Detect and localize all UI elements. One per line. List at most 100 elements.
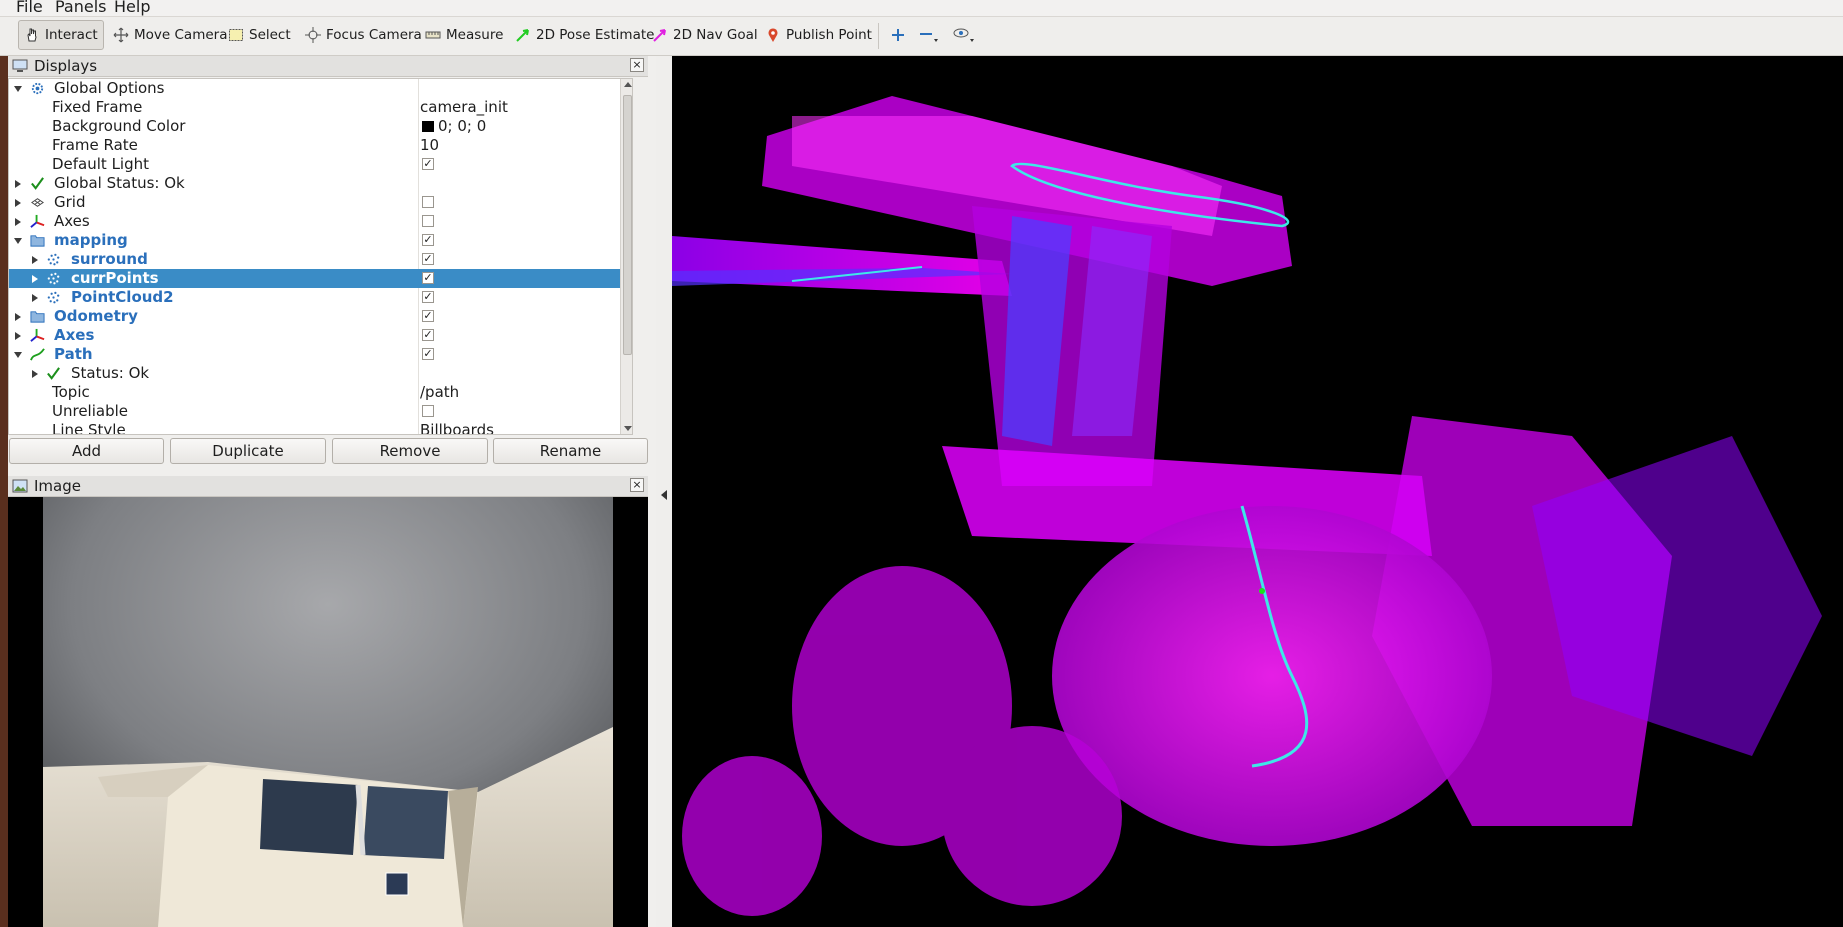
add-tool-button[interactable] xyxy=(886,20,908,50)
tree-row-axes-2[interactable]: Axes ✓ xyxy=(9,326,632,345)
displays-scrollbar[interactable] xyxy=(620,79,632,434)
expand-arrow-icon[interactable] xyxy=(15,218,21,226)
mapping-checkbox[interactable]: ✓ xyxy=(422,234,434,246)
expand-arrow-icon[interactable] xyxy=(14,238,22,244)
tree-row-currpoints[interactable]: currPoints ✓ xyxy=(9,269,632,288)
toolbar-separator xyxy=(878,23,879,49)
tree-row-axes[interactable]: Axes xyxy=(9,212,632,231)
tree-row-unreliable[interactable]: Unreliable xyxy=(9,402,632,421)
expand-arrow-icon[interactable] xyxy=(32,370,38,378)
publish-point-tool-button[interactable]: Publish Point xyxy=(760,20,877,50)
frame-rate-value[interactable]: 10 xyxy=(420,136,439,155)
folder-icon xyxy=(30,235,45,247)
tree-row-global-options[interactable]: Global Options xyxy=(9,79,632,98)
scroll-up-icon[interactable] xyxy=(624,82,632,87)
remove-tool-button[interactable] xyxy=(914,20,942,50)
tree-row-path[interactable]: Path ✓ xyxy=(9,345,632,364)
tree-row-line-style[interactable]: Line Style Billboards xyxy=(9,421,632,435)
fixed-frame-value[interactable]: camera_init xyxy=(420,98,508,117)
collapse-arrow-icon[interactable] xyxy=(661,490,667,500)
tree-row-default-light[interactable]: Default Light ✓ xyxy=(9,155,632,174)
minus-icon xyxy=(920,33,938,42)
focus-target-icon xyxy=(305,27,321,43)
remove-button[interactable]: Remove xyxy=(332,438,488,464)
tree-row-fixed-frame[interactable]: Fixed Frame camera_init xyxy=(9,98,632,117)
tree-row-frame-rate[interactable]: Frame Rate 10 xyxy=(9,136,632,155)
expand-arrow-icon[interactable] xyxy=(32,294,38,302)
point-cloud-icon xyxy=(47,291,60,304)
expand-arrow-icon[interactable] xyxy=(14,352,22,358)
image-icon xyxy=(12,479,28,493)
panel-splitter[interactable] xyxy=(656,56,672,927)
rename-button[interactable]: Rename xyxy=(493,438,648,464)
axes-checkbox[interactable] xyxy=(422,215,434,227)
map-pin-icon xyxy=(768,28,778,42)
interact-label: Interact xyxy=(45,27,98,43)
expand-arrow-icon[interactable] xyxy=(32,275,38,283)
pose-estimate-tool-button[interactable]: 2D Pose Estimate xyxy=(510,20,659,50)
image-panel-header: Image × xyxy=(8,476,648,497)
menu-help[interactable]: Help xyxy=(114,0,150,16)
expand-arrow-icon[interactable] xyxy=(32,256,38,264)
expand-arrow-icon[interactable] xyxy=(15,180,21,188)
tree-row-mapping[interactable]: mapping ✓ xyxy=(9,231,632,250)
add-button[interactable]: Add xyxy=(9,438,164,464)
measure-tool-button[interactable]: Measure xyxy=(420,20,508,50)
interact-tool-button[interactable]: Interact xyxy=(18,20,104,50)
view-options-button[interactable] xyxy=(948,20,978,50)
image-panel-title: Image xyxy=(34,477,81,495)
folder-icon xyxy=(30,311,45,323)
expand-arrow-icon[interactable] xyxy=(15,313,21,321)
grid-checkbox[interactable] xyxy=(422,196,434,208)
tree-row-surround[interactable]: surround ✓ xyxy=(9,250,632,269)
axes-2-checkbox[interactable]: ✓ xyxy=(422,329,434,341)
unreliable-checkbox[interactable] xyxy=(422,405,434,417)
row-label: Fixed Frame xyxy=(52,98,143,116)
desktop-edge xyxy=(0,56,8,927)
hand-pointer-icon xyxy=(27,28,37,42)
default-light-checkbox[interactable]: ✓ xyxy=(422,158,434,170)
tree-row-odometry[interactable]: Odometry ✓ xyxy=(9,307,632,326)
tree-row-global-status[interactable]: Global Status: Ok xyxy=(9,174,632,193)
scroll-thumb[interactable] xyxy=(623,95,632,355)
line-style-value[interactable]: Billboards xyxy=(420,421,494,434)
tree-row-pointcloud2[interactable]: PointCloud2 ✓ xyxy=(9,288,632,307)
image-close-button[interactable]: × xyxy=(630,478,644,492)
tree-row-background-color[interactable]: Background Color 0; 0; 0 xyxy=(9,117,632,136)
point-cloud-render xyxy=(672,56,1843,927)
menu-file[interactable]: File xyxy=(16,0,43,16)
row-label: Grid xyxy=(54,193,86,211)
background-color-value[interactable]: 0; 0; 0 xyxy=(438,117,486,136)
tree-row-path-status[interactable]: Status: Ok xyxy=(9,364,632,383)
path-checkbox[interactable]: ✓ xyxy=(422,348,434,360)
topic-value[interactable]: /path xyxy=(420,383,459,402)
move-camera-label: Move Camera xyxy=(134,27,228,43)
row-label: Line Style xyxy=(52,421,126,435)
select-tool-button[interactable]: Select xyxy=(223,20,296,50)
pointcloud2-checkbox[interactable]: ✓ xyxy=(422,291,434,303)
axes-icon xyxy=(30,214,45,228)
expand-arrow-icon[interactable] xyxy=(15,199,21,207)
scroll-down-icon[interactable] xyxy=(624,426,632,431)
nav-goal-tool-button[interactable]: 2D Nav Goal xyxy=(647,20,763,50)
expand-arrow-icon[interactable] xyxy=(15,332,21,340)
check-icon xyxy=(31,177,44,190)
row-label: Default Light xyxy=(52,155,150,173)
menu-panels[interactable]: Panels xyxy=(55,0,107,16)
surround-checkbox[interactable]: ✓ xyxy=(422,253,434,265)
currpoints-checkbox[interactable]: ✓ xyxy=(422,272,434,284)
odometry-checkbox[interactable]: ✓ xyxy=(422,310,434,322)
tree-row-topic[interactable]: Topic /path xyxy=(9,383,632,402)
expand-arrow-icon[interactable] xyxy=(14,86,22,92)
tree-row-grid[interactable]: Grid xyxy=(9,193,632,212)
color-swatch[interactable] xyxy=(422,121,434,132)
point-cloud-icon xyxy=(47,253,60,266)
row-label: Global Status: Ok xyxy=(54,174,185,192)
row-label: Status: Ok xyxy=(71,364,150,382)
3d-render-view[interactable] xyxy=(672,56,1843,927)
focus-camera-tool-button[interactable]: Focus Camera xyxy=(300,20,427,50)
move-camera-tool-button[interactable]: Move Camera xyxy=(108,20,232,50)
displays-close-button[interactable]: × xyxy=(630,58,644,72)
duplicate-button[interactable]: Duplicate xyxy=(170,438,326,464)
gear-icon xyxy=(31,82,44,95)
